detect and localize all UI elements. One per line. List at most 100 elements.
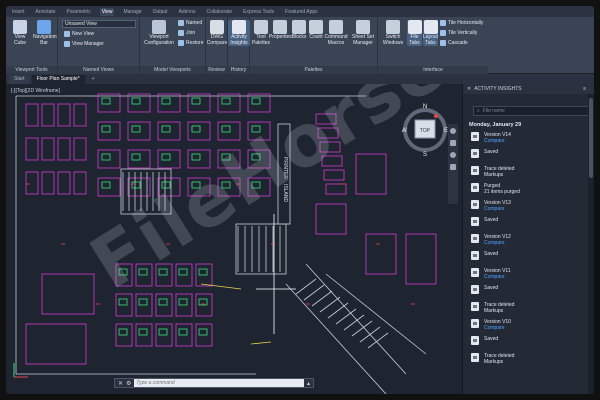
wrench-icon[interactable]: ⚙ — [126, 380, 131, 387]
compass-w[interactable]: W — [402, 128, 407, 134]
orbit-icon[interactable] — [450, 164, 456, 170]
panel-review: DWG Compare Review — [206, 17, 228, 74]
activity-item[interactable]: Version V11 Compare — [463, 268, 594, 280]
close-icon[interactable]: ✕ — [467, 86, 471, 92]
zoom-icon[interactable] — [450, 152, 456, 158]
compass-n[interactable]: N — [423, 104, 427, 110]
activity-item[interactable]: Saved — [463, 149, 594, 161]
ribbon-tab-insert[interactable]: Insert — [10, 8, 27, 16]
properties-icon — [273, 20, 287, 34]
activity-item[interactable]: Saved — [463, 251, 594, 263]
switch-windows-button[interactable]: Switch Windows — [380, 20, 406, 46]
layout-tabs-icon — [423, 20, 438, 34]
navigation-bar[interactable] — [448, 124, 458, 204]
compare-link[interactable]: Compare — [484, 206, 511, 212]
tab-floor-plan-sample[interactable]: Floor Plan Sample* — [31, 75, 85, 84]
join-viewports-button[interactable]: Join — [178, 30, 195, 36]
tile-horizontally-button[interactable]: Tile Horizontally — [440, 20, 483, 26]
file-tabs-button[interactable]: File Tabs — [407, 20, 422, 47]
activity-item[interactable]: Purged 21 items purged — [463, 183, 594, 195]
view-cube-button[interactable]: View Cube — [9, 20, 31, 46]
restore-viewports-button[interactable]: Restore — [178, 40, 204, 46]
tab-start[interactable]: Start — [9, 75, 30, 84]
activity-item[interactable]: Trace deleted Markups — [463, 302, 594, 314]
named-icon — [178, 20, 184, 26]
panel-title: History — [228, 66, 249, 74]
compare-link[interactable]: Compare — [484, 325, 511, 331]
viewport-configuration-button[interactable]: Viewport Configuration — [144, 20, 174, 46]
ribbon-tab-manage[interactable]: Manage — [121, 8, 143, 16]
new-tab-plus-icon[interactable]: + — [87, 75, 100, 84]
activity-text: Saved — [484, 217, 499, 223]
ribbon-tab-annotate[interactable]: Annotate — [34, 8, 58, 16]
file-tabs-icon — [407, 20, 422, 34]
ribbon-tab-collaborate[interactable]: Collaborate — [205, 8, 235, 16]
viewport-grid-icon — [152, 20, 166, 34]
view-manager-button[interactable]: View Manager — [64, 41, 104, 47]
chevron-up-icon[interactable]: ▴ — [307, 380, 313, 387]
layout-tabs-button[interactable]: Layout Tabs — [423, 20, 438, 47]
activity-item[interactable]: Version V13 Compare — [463, 200, 594, 212]
steering-wheel-icon[interactable] — [450, 128, 456, 134]
ribbon-tab-parametric[interactable]: Parametric — [65, 8, 93, 16]
cascade-button[interactable]: Cascade — [440, 40, 468, 46]
tile-vertically-button[interactable]: Tile Vertically — [440, 30, 477, 36]
document-icon — [471, 132, 479, 141]
named-view-dropdown[interactable]: Unsaved View — [62, 20, 136, 28]
document-icon — [471, 268, 479, 277]
activity-item[interactable]: Version V14 Compare — [463, 132, 594, 144]
sheet-set-manager-button[interactable]: Sheet Set Manager — [350, 20, 376, 46]
panel-title: Interface — [378, 66, 488, 74]
activity-text: Saved — [484, 149, 499, 155]
activity-item[interactable]: Saved — [463, 336, 594, 348]
panel-title: Review — [206, 66, 227, 74]
blocks-icon — [292, 20, 306, 34]
ribbon-tab-add-ins[interactable]: Add-ins — [177, 8, 198, 16]
activity-item[interactable]: Saved — [463, 285, 594, 297]
panel-viewport-tools: View Cube Navigation Bar Viewport Tools — [6, 17, 58, 74]
activity-item[interactable]: Trace deleted Markups — [463, 166, 594, 178]
activity-item[interactable]: Saved — [463, 217, 594, 229]
navigation-bar-button[interactable]: Navigation Bar — [33, 20, 57, 46]
activity-text: Saved — [484, 251, 499, 257]
close-icon[interactable]: ✕ — [118, 380, 123, 387]
activity-item[interactable]: Version V10 Compare — [463, 319, 594, 331]
viewport-controls-label[interactable]: [-][Top][2D Wireframe] — [11, 88, 60, 94]
activity-search[interactable]: ⌕ File name — [473, 106, 590, 116]
island-label: ISLAND — [282, 184, 288, 202]
dwg-compare-button[interactable]: DWG Compare — [206, 20, 228, 46]
navigation-bar-icon — [37, 20, 51, 34]
ribbon-tab-express-tools[interactable]: Express Tools — [241, 8, 276, 16]
activity-text: Saved — [484, 336, 499, 342]
palette-scrollbar[interactable] — [588, 94, 594, 394]
compare-link[interactable]: Compare — [484, 274, 511, 280]
compass-s[interactable]: S — [423, 152, 427, 158]
new-view-button[interactable]: New View — [64, 31, 94, 37]
command-input[interactable] — [134, 379, 304, 387]
pan-icon[interactable] — [450, 140, 456, 146]
activity-item[interactable]: Version V12 Compare — [463, 234, 594, 246]
document-icon — [471, 302, 479, 311]
document-icon — [471, 251, 479, 260]
document-icon — [471, 183, 479, 192]
activity-text: Trace deleted Markups — [484, 353, 515, 365]
activity-item[interactable]: Trace deleted Markups — [463, 353, 594, 365]
tile-horizontally-icon — [440, 20, 446, 26]
menu-icon[interactable]: ≡ — [583, 86, 594, 92]
ribbon-tab-output[interactable]: Output — [151, 8, 170, 16]
scrollbar-thumb[interactable] — [589, 98, 593, 178]
viewcube-home-icon[interactable] — [434, 114, 438, 118]
named-viewports-button[interactable]: Named — [178, 20, 202, 26]
sheet-set-icon — [356, 20, 370, 34]
drawing-canvas[interactable]: PRINTER ISLAND [-][Top][2D Wireframe] TO… — [6, 84, 460, 394]
compare-link[interactable]: Compare — [484, 240, 511, 246]
join-icon — [178, 30, 184, 36]
viewcube-top-label: TOP — [420, 128, 431, 134]
command-macros-button[interactable]: Command Macros — [323, 20, 349, 46]
viewcube-widget[interactable]: TOP N S E W — [402, 96, 448, 158]
activity-text: Trace deleted Markups — [484, 166, 515, 178]
activity-insights-button[interactable]: Activity Insights — [228, 20, 250, 47]
ribbon-tab-view[interactable]: View — [99, 7, 115, 16]
compare-link[interactable]: Compare — [484, 138, 511, 144]
ribbon-tab-featured-apps[interactable]: Featured Apps — [283, 8, 320, 16]
